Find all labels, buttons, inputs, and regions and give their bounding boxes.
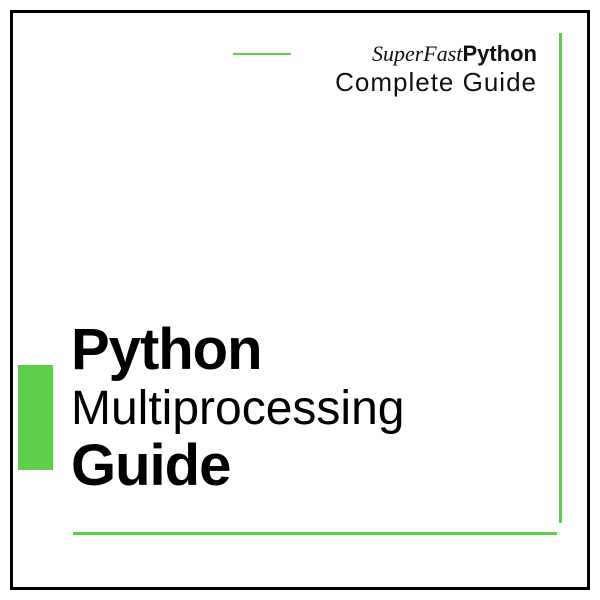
right-accent-bar (559, 33, 562, 523)
brand-name: SuperFastPython (372, 41, 537, 67)
cover-frame: SuperFastPython Complete Guide Python Mu… (10, 10, 590, 590)
brand-prefix: SuperFast (372, 41, 462, 66)
left-accent-block (18, 365, 53, 470)
bottom-accent-line (73, 532, 557, 535)
main-title: Python Multiprocessing Guide (71, 320, 404, 497)
title-line-2: Multiprocessing (71, 381, 404, 436)
title-line-3: Guide (71, 436, 404, 497)
brand-suffix: Python (462, 41, 537, 66)
cover-subtitle: Complete Guide (335, 67, 537, 98)
title-line-1: Python (71, 320, 404, 381)
header-accent-line (233, 53, 291, 55)
